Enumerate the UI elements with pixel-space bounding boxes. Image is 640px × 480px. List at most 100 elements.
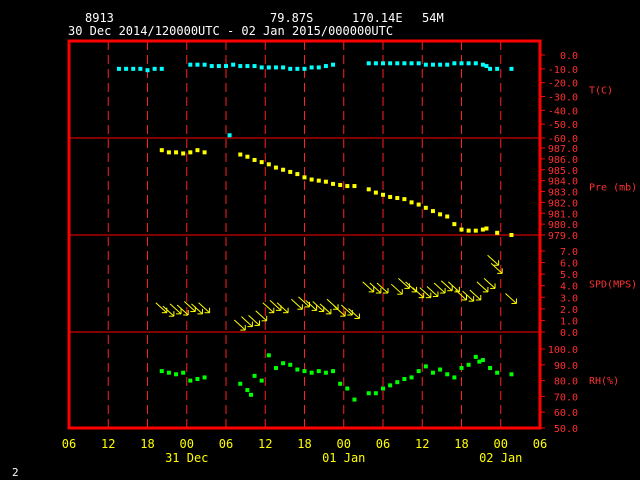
data-point — [395, 196, 400, 201]
data-point — [352, 184, 357, 189]
data-point — [245, 64, 250, 69]
data-point — [338, 182, 343, 187]
data-point — [416, 61, 421, 66]
data-point — [430, 370, 435, 375]
data-point — [409, 200, 414, 205]
data-point — [366, 61, 371, 66]
y-tick-label: 2.0 — [560, 305, 578, 316]
y-tick-label: -30.0 — [548, 93, 578, 104]
data-point — [495, 230, 500, 235]
data-point — [473, 61, 478, 66]
data-point — [238, 152, 243, 157]
data-point — [152, 66, 157, 71]
data-point — [373, 391, 378, 396]
y-tick-label: 981.0 — [548, 209, 578, 220]
data-point — [288, 66, 293, 71]
data-point — [224, 64, 228, 69]
y-tick-label: 982.0 — [548, 198, 578, 209]
data-point — [252, 64, 257, 69]
data-point — [309, 177, 314, 182]
y-tick-label: 90.0 — [554, 361, 578, 372]
data-point — [323, 179, 328, 184]
data-point — [302, 369, 307, 374]
data-point — [238, 381, 243, 386]
data-point — [231, 62, 236, 67]
elevation: 54M — [422, 11, 444, 25]
station-id: 8913 — [85, 11, 114, 25]
panel-label: RH(%) — [589, 376, 619, 387]
data-point — [202, 150, 207, 155]
data-point — [281, 65, 286, 70]
data-point — [288, 362, 293, 367]
data-point — [159, 66, 164, 71]
data-point — [316, 369, 321, 374]
data-point — [438, 367, 443, 372]
data-point — [352, 397, 357, 402]
data-point — [259, 65, 264, 70]
data-point — [366, 391, 371, 396]
data-point — [295, 66, 300, 71]
data-point — [202, 62, 207, 67]
data-point — [480, 227, 485, 232]
data-point — [473, 354, 478, 359]
data-point — [445, 372, 450, 377]
data-point — [423, 205, 428, 210]
data-point — [331, 369, 336, 374]
y-tick-label: -50.0 — [548, 120, 578, 131]
x-tick-label: 00 — [494, 437, 508, 451]
data-point — [174, 150, 179, 155]
data-point — [245, 154, 250, 159]
data-point — [430, 62, 435, 67]
data-point — [316, 65, 321, 70]
y-tick-label: 0.0 — [560, 51, 578, 62]
data-point — [331, 62, 336, 67]
data-point — [402, 197, 407, 202]
data-point — [381, 61, 385, 66]
y-tick-label: 979.0 — [548, 231, 578, 242]
data-point — [259, 160, 264, 165]
y-tick-label: 7.0 — [560, 247, 578, 258]
data-point — [373, 190, 378, 195]
data-point — [409, 61, 414, 66]
data-point — [273, 65, 278, 70]
data-point — [252, 157, 257, 162]
y-tick-label: -40.0 — [548, 106, 578, 117]
day-label: 01 Jan — [322, 451, 365, 465]
data-point — [423, 62, 428, 67]
data-point — [188, 62, 193, 67]
data-point — [495, 370, 500, 375]
x-tick-label: 06 — [533, 437, 547, 451]
data-point — [266, 162, 271, 167]
time-period: 30 Dec 2014/120000UTC - 02 Jan 2015/0000… — [68, 24, 393, 38]
y-tick-label: 986.0 — [548, 155, 578, 166]
data-point — [295, 172, 300, 177]
data-point — [366, 187, 371, 192]
data-point — [438, 212, 443, 217]
data-point — [273, 165, 278, 170]
data-point — [281, 361, 286, 366]
data-point — [473, 228, 478, 233]
data-point — [281, 167, 286, 172]
data-point — [484, 226, 489, 231]
x-tick-label: 00 — [180, 437, 194, 451]
data-point — [316, 178, 321, 183]
data-point — [238, 64, 243, 69]
data-point — [509, 66, 514, 71]
data-point — [138, 66, 143, 71]
x-tick-label: 18 — [297, 437, 311, 451]
y-tick-label: -10.0 — [548, 65, 578, 76]
data-point — [477, 359, 482, 364]
data-point — [309, 370, 314, 375]
data-point — [373, 61, 378, 66]
data-point — [174, 372, 179, 377]
data-point — [402, 377, 407, 382]
data-point — [252, 373, 257, 378]
data-point — [323, 64, 328, 69]
data-point — [288, 169, 293, 174]
data-point — [452, 375, 457, 380]
y-tick-label: 60.0 — [554, 408, 578, 419]
data-point — [459, 227, 464, 232]
data-point — [423, 364, 428, 369]
data-point — [188, 150, 193, 155]
y-tick-label: 4.0 — [560, 282, 578, 293]
